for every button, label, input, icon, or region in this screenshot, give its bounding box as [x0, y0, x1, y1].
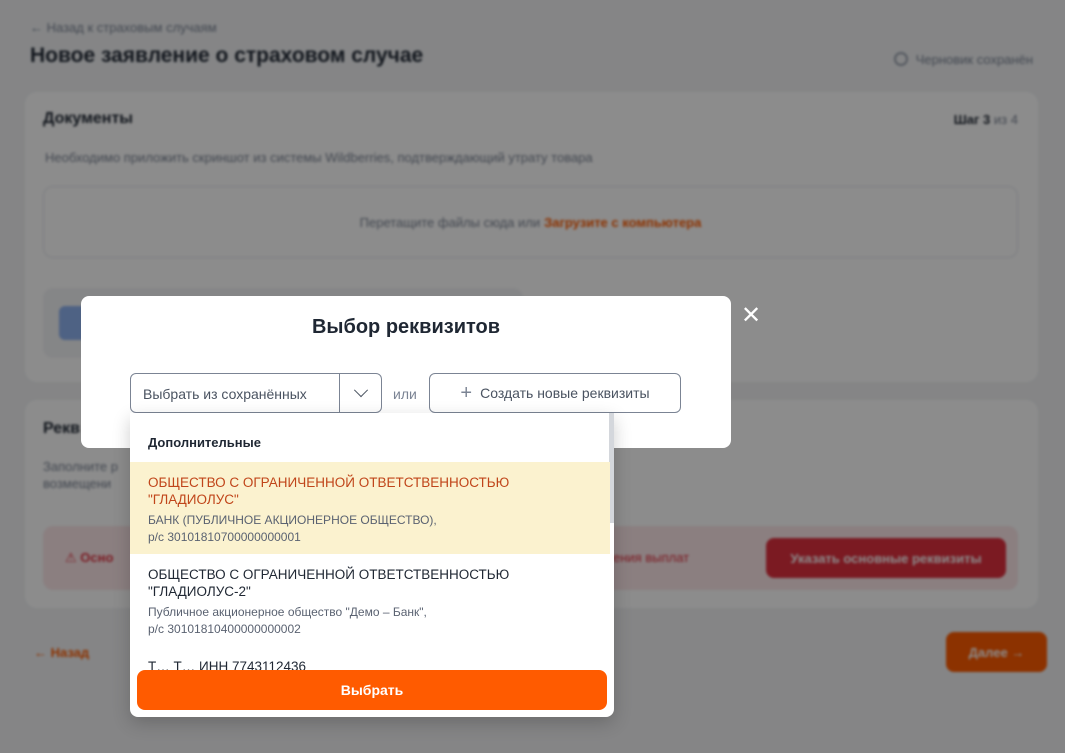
chevron-down-icon: [353, 383, 368, 398]
create-requisites-button[interactable]: + Создать новые реквизиты: [429, 373, 681, 413]
close-icon[interactable]: ✕: [740, 304, 762, 328]
option-bank: Публичное акционерное общество "Демо – Б…: [148, 605, 427, 619]
option-account: р/с 30101810400000000002: [148, 622, 301, 636]
modal-title: Выбор реквизитов: [311, 316, 501, 338]
select-placeholder: Выбрать из сохранённых: [143, 386, 307, 402]
option-account: р/с 30101810700000000001: [148, 530, 301, 544]
option-details: Публичное акционерное общество "Демо – Б…: [148, 604, 568, 638]
choose-button[interactable]: Выбрать: [137, 670, 607, 710]
group-label: Дополнительные: [148, 435, 261, 450]
create-requisites-label: Создать новые реквизиты: [480, 385, 650, 401]
requisites-option[interactable]: ОБЩЕСТВО С ОГРАНИЧЕННОЙ ОТВЕТСТВЕННОСТЬЮ…: [130, 554, 610, 646]
requisites-dropdown: Дополнительные ОБЩЕСТВО С ОГРАНИЧЕННОЙ О…: [130, 413, 614, 717]
select-toggle[interactable]: [339, 374, 381, 412]
option-details: БАНК (ПУБЛИЧНОЕ АКЦИОНЕРНОЕ ОБЩЕСТВО), р…: [148, 512, 568, 546]
plus-icon: +: [460, 382, 473, 404]
requisites-option[interactable]: ОБЩЕСТВО С ОГРАНИЧЕННОЙ ОТВЕТСТВЕННОСТЬЮ…: [130, 462, 610, 554]
option-bank: БАНК (ПУБЛИЧНОЕ АКЦИОНЕРНОЕ ОБЩЕСТВО),: [148, 513, 437, 527]
option-name: ОБЩЕСТВО С ОГРАНИЧЕННОЙ ОТВЕТСТВЕННОСТЬЮ…: [148, 567, 510, 599]
or-label: или: [393, 386, 417, 402]
saved-requisites-select[interactable]: Выбрать из сохранённых: [130, 373, 382, 413]
option-name: ОБЩЕСТВО С ОГРАНИЧЕННОЙ ОТВЕТСТВЕННОСТЬЮ…: [148, 475, 510, 507]
